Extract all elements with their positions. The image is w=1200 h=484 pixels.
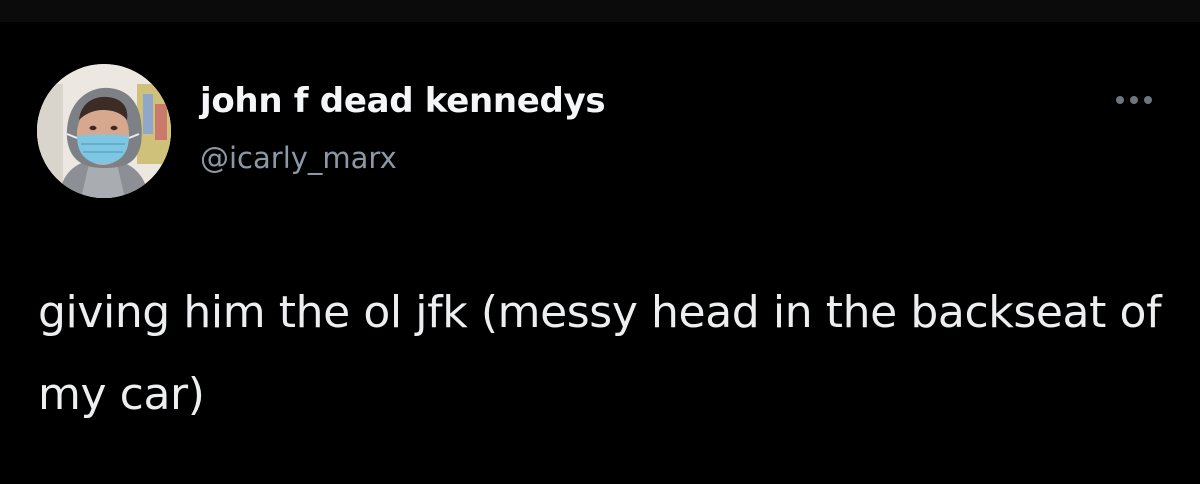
avatar-image [37,64,171,198]
more-dot [1144,96,1152,104]
user-handle[interactable]: @icarly_marx [200,138,397,178]
avatar[interactable] [37,64,171,198]
more-dot [1116,96,1124,104]
display-name[interactable]: john f dead kennedys [200,79,606,123]
top-strip [0,0,1200,22]
more-options-button[interactable] [1108,86,1160,114]
more-dot [1130,96,1138,104]
tweet-card: john f dead kennedys @icarly_marx giving… [0,22,1200,484]
tweet-text: giving him the ol jfk (messy head in the… [38,287,1162,420]
